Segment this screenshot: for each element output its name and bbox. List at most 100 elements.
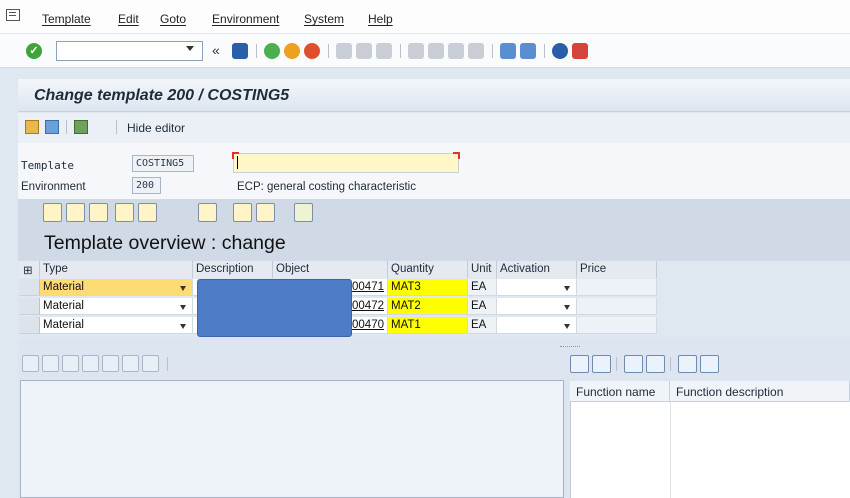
shortcut-icon[interactable] (520, 43, 536, 59)
col-function-description[interactable]: Function description (670, 381, 850, 402)
col-object[interactable]: Object (273, 261, 388, 278)
template-label: Template (21, 159, 74, 172)
back-arrows-icon[interactable]: « (212, 42, 220, 58)
row-selector[interactable] (19, 298, 40, 315)
menu-system[interactable]: System (304, 12, 344, 26)
menu-goto[interactable]: Goto (160, 12, 186, 26)
create-session-icon[interactable] (500, 43, 516, 59)
find-next-icon[interactable] (138, 203, 157, 222)
next-page-icon[interactable] (448, 43, 464, 59)
paste-icon[interactable] (256, 203, 275, 222)
info-icon[interactable] (700, 355, 719, 373)
delete-row-icon[interactable] (89, 203, 108, 222)
quantity-cell[interactable]: MAT3 (388, 279, 468, 296)
environment-description: ECP: general costing characteristic (237, 181, 416, 193)
find-icon[interactable] (624, 355, 643, 373)
cancel-icon[interactable] (304, 43, 320, 59)
separator (116, 120, 117, 134)
price-cell (577, 298, 657, 315)
copy-icon[interactable] (233, 203, 252, 222)
type-cell[interactable]: Material (40, 279, 193, 296)
zoom-icon[interactable] (294, 203, 313, 222)
chevron-down-icon[interactable] (180, 324, 186, 329)
back-icon[interactable] (264, 43, 280, 59)
display-change-icon[interactable] (45, 120, 59, 134)
new-page-icon[interactable] (43, 203, 62, 222)
menu-template[interactable]: Template (42, 12, 91, 26)
hide-editor-button[interactable]: Hide editor (127, 121, 185, 135)
chevron-down-icon[interactable] (564, 324, 570, 329)
help-icon[interactable] (552, 43, 568, 59)
separator (328, 44, 329, 58)
command-field[interactable] (56, 41, 203, 61)
formula-editor[interactable] (20, 380, 564, 498)
last-page-icon[interactable] (468, 43, 484, 59)
print-icon[interactable] (336, 43, 352, 59)
sort-descending-icon[interactable] (570, 355, 589, 373)
separator (492, 44, 493, 58)
redaction-mask (197, 279, 352, 337)
separator (167, 357, 168, 371)
trash-icon[interactable] (82, 355, 99, 372)
row-selector[interactable] (19, 317, 40, 334)
find-icon[interactable] (356, 43, 372, 59)
exit-icon[interactable] (284, 43, 300, 59)
save-icon[interactable] (232, 43, 248, 59)
quantity-cell[interactable]: MAT2 (388, 298, 468, 315)
enter-icon[interactable]: ✓ (26, 43, 42, 59)
paste-icon[interactable] (122, 355, 139, 372)
overview-title: Template overview : change (44, 232, 286, 254)
col-description[interactable]: Description (193, 261, 273, 278)
column-divider (670, 402, 671, 498)
menu-edit[interactable]: Edit (118, 12, 139, 26)
separator (256, 44, 257, 58)
unit-cell: EA (468, 298, 497, 315)
separator (670, 357, 671, 371)
previous-page-icon[interactable] (428, 43, 444, 59)
template-value: COSTING5 (132, 155, 194, 172)
col-activation[interactable]: Activation (497, 261, 577, 278)
other-template-icon[interactable] (25, 120, 39, 134)
col-type[interactable]: Type (40, 261, 193, 278)
delete-icon[interactable] (142, 355, 159, 372)
row-selector[interactable] (19, 279, 40, 296)
command-dropdown-icon[interactable] (186, 46, 194, 51)
col-price[interactable]: Price (577, 261, 657, 278)
unit-cell: EA (468, 317, 497, 334)
find-next-icon[interactable] (376, 43, 392, 59)
col-function-name[interactable]: Function name (570, 381, 670, 402)
col-quantity[interactable]: Quantity (388, 261, 468, 278)
first-page-icon[interactable] (408, 43, 424, 59)
separator (400, 44, 401, 58)
type-cell[interactable]: Material (40, 317, 193, 334)
environment-label: Environment (21, 181, 86, 193)
edit-icon[interactable] (62, 355, 79, 372)
find-icon[interactable] (115, 203, 134, 222)
template-text-field[interactable] (232, 152, 460, 173)
customize-layout-icon[interactable] (572, 43, 588, 59)
menu-help[interactable]: Help (368, 12, 393, 26)
separator (544, 44, 545, 58)
table-settings-icon[interactable]: ⊞ (19, 261, 40, 278)
splitter-handle[interactable] (560, 346, 580, 348)
quantity-cell[interactable]: MAT1 (388, 317, 468, 334)
chevron-down-icon[interactable] (180, 286, 186, 291)
separator (616, 357, 617, 371)
page-title: Change template 200 / COSTING5 (34, 87, 290, 104)
details-icon[interactable] (678, 355, 697, 373)
type-cell[interactable]: Material (40, 298, 193, 315)
chevron-down-icon[interactable] (564, 286, 570, 291)
col-unit[interactable]: Unit (468, 261, 497, 278)
cut-icon[interactable] (102, 355, 119, 372)
hierarchy-icon[interactable] (74, 120, 88, 134)
chevron-down-icon[interactable] (180, 305, 186, 310)
menu-environment[interactable]: Environment (212, 12, 279, 26)
check-icon[interactable] (22, 355, 39, 372)
insert-row-icon[interactable] (66, 203, 85, 222)
insert-icon[interactable] (42, 355, 59, 372)
chevron-down-icon[interactable] (564, 305, 570, 310)
find-next-icon[interactable] (646, 355, 665, 373)
print-icon[interactable] (198, 203, 217, 222)
system-menu-icon[interactable] (6, 9, 20, 21)
sort-ascending-icon[interactable] (592, 355, 611, 373)
